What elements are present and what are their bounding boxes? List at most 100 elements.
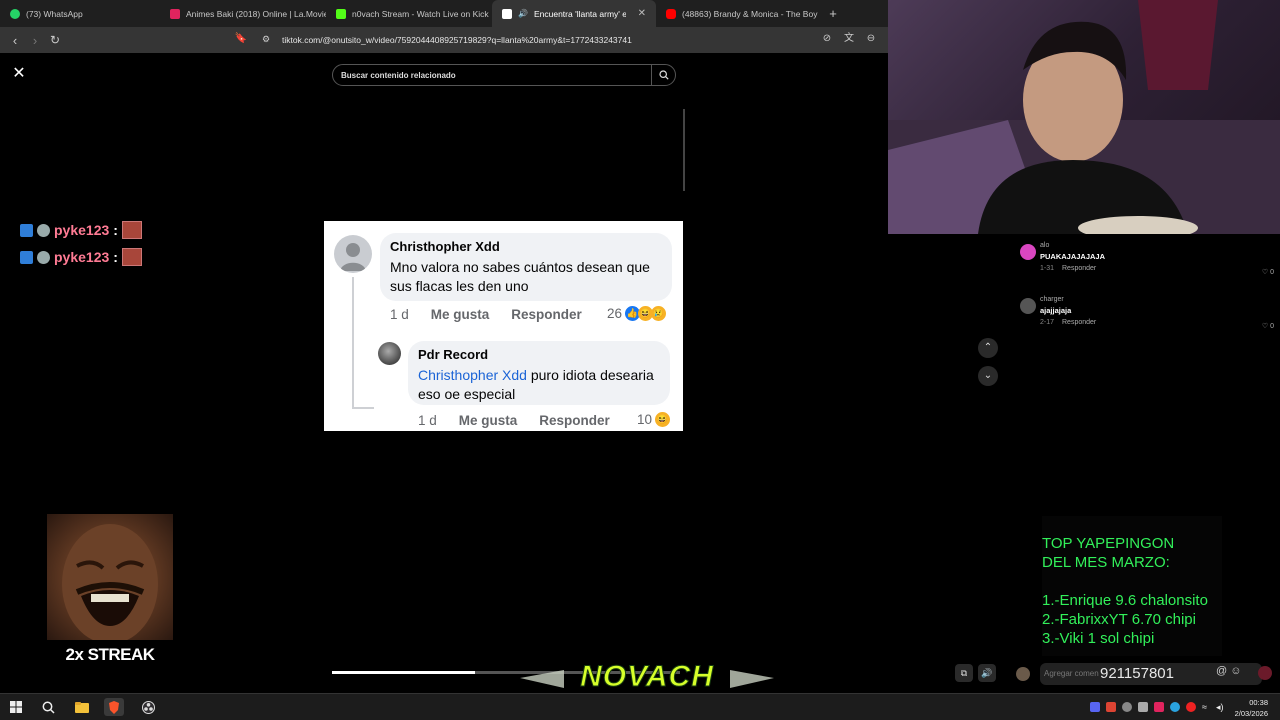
comment-text: ajajjajaja [1040, 306, 1072, 315]
whatsapp-icon [10, 8, 20, 19]
site-settings-icon[interactable]: ⚙ [262, 34, 270, 45]
search-bar[interactable]: Buscar contenido relacionado [332, 64, 676, 86]
app-tray-icon[interactable] [1138, 702, 1148, 712]
chat-username: pyke123 [54, 222, 110, 238]
tab-tiktok[interactable]: 🔊 Encuentra 'llanta army' en Ti ✕ [492, 0, 656, 27]
clock-time: 00:38 [1249, 698, 1268, 707]
phone-overlay: 921157801 [1100, 665, 1174, 682]
facebook-comment-card: Christhopher Xdd Mno valora no sabes cuá… [324, 221, 683, 431]
comment-username[interactable]: alo [1040, 242, 1049, 249]
like-count[interactable]: ♡ 0 [1262, 268, 1274, 276]
tab-kick[interactable]: n0vach Stream - Watch Live on Kick [326, 0, 492, 27]
windows-start-icon[interactable] [6, 698, 26, 716]
reply-button[interactable]: Responder [1062, 319, 1096, 326]
file-explorer-icon[interactable] [72, 698, 92, 716]
chevron-down-icon[interactable]: ⌄ [978, 366, 998, 386]
chat-message: pyke123 : [20, 221, 142, 239]
zoom-icon[interactable]: ⊖ [864, 32, 878, 46]
gift-badge-icon [37, 223, 50, 237]
chat-separator: : [113, 249, 118, 265]
streak-emote [47, 514, 173, 640]
discord-tray-icon[interactable] [1090, 702, 1100, 712]
telegram-tray-icon[interactable] [1170, 702, 1180, 712]
novach-watermark: NOVACH [520, 658, 774, 696]
like-button[interactable]: Me gusta [431, 307, 490, 322]
brave-browser-icon[interactable] [104, 698, 124, 716]
tab-title: n0vach Stream - Watch Live on Kick [352, 8, 489, 19]
like-button[interactable]: Me gusta [459, 413, 518, 428]
mention-emoji-icons[interactable]: @ ☺ [1216, 665, 1241, 677]
sub-badge-icon [20, 223, 33, 237]
search-icon[interactable] [651, 65, 675, 85]
volume-icon[interactable]: 🔊 [978, 664, 996, 682]
avatar [334, 235, 372, 273]
haha-reaction-icon: 😆 [655, 412, 671, 427]
reply-text: Christhopher Xdd puro idiota desearia es… [418, 366, 660, 404]
comment-date: 2-17 [1040, 319, 1055, 326]
lamovie-icon [170, 8, 180, 19]
comment-input-bar: Agregar comen 921157801 @ ☺ [1008, 660, 1280, 688]
tiktok-icon [502, 8, 512, 19]
volume-tray-icon[interactable]: ◂) [1216, 702, 1226, 712]
tab-whatsapp[interactable]: (73) WhatsApp [0, 0, 160, 27]
top-donors-overlay: TOP YAPEPINGON DEL MES MARZO: 1.-Enrique… [1042, 516, 1222, 656]
wifi-tray-icon[interactable]: ≈ [1202, 702, 1212, 712]
reply-time: 1 d [418, 413, 437, 428]
video-scrollbar[interactable] [683, 109, 685, 191]
comment-text: Mno valora no sabes cuántos desean que s… [390, 259, 650, 294]
thread-line [352, 407, 374, 409]
app-tray-icon[interactable] [1154, 702, 1164, 712]
watermark-text: NOVACH [580, 660, 714, 694]
comment-item: charger ajajjajaja 2-17 Responder ♡ 0 [1020, 296, 1274, 330]
reload-icon[interactable]: ↻ [45, 33, 65, 47]
tab-youtube[interactable]: (48863) Brandy & Monica - The Boy [656, 0, 822, 27]
comment-date: 1-31 [1040, 265, 1055, 272]
forward-icon[interactable]: › [25, 33, 45, 48]
app-tray-icon[interactable] [1186, 702, 1196, 712]
webcam-feed [888, 0, 1280, 234]
reactions[interactable]: 10 😆 [637, 412, 671, 427]
reactions[interactable]: 26 👍 😆 😢 [607, 306, 667, 321]
tab-animes[interactable]: Animes Baki (2018) Online | La.Movie [160, 0, 326, 27]
tab-strip: (73) WhatsApp Animes Baki (2018) Online … [0, 0, 888, 27]
avatar[interactable] [1020, 298, 1036, 314]
chevron-up-icon[interactable]: ⌃ [978, 338, 998, 358]
gift-badge-icon [37, 250, 50, 264]
translate-icon[interactable]: 文 [842, 32, 856, 46]
address-bar[interactable]: ⚙ tiktok.com/@onutsito_w/video/759204440… [258, 30, 888, 50]
avatar[interactable] [1020, 244, 1036, 260]
kick-icon [336, 8, 346, 19]
reply-author[interactable]: Pdr Record [418, 347, 660, 362]
steam-tray-icon[interactable] [1122, 702, 1132, 712]
new-tab-button[interactable]: + [822, 6, 844, 21]
url-text[interactable]: tiktok.com/@onutsito_w/video/75920444089… [282, 35, 632, 45]
like-count[interactable]: ♡ 0 [1262, 322, 1274, 330]
mic-tray-icon[interactable] [1106, 702, 1116, 712]
thread-line [352, 277, 354, 409]
shields-icon[interactable]: ⊘ [820, 32, 834, 46]
copy-link-icon[interactable]: ⧉ [955, 664, 973, 682]
tab-title: (73) WhatsApp [26, 8, 83, 19]
chat-username: pyke123 [54, 249, 110, 265]
mention-link[interactable]: Christhopher Xdd [418, 367, 527, 383]
avatar [378, 342, 401, 365]
bookmark-icon[interactable]: 🔖 [234, 32, 248, 46]
comment-author[interactable]: Christhopher Xdd [390, 239, 662, 254]
reply-button[interactable]: Responder [1062, 265, 1096, 272]
search-icon[interactable] [38, 698, 58, 716]
obs-icon[interactable] [138, 698, 158, 716]
comment-text: PUAKAJAJAJAJA [1040, 252, 1106, 261]
search-input[interactable]: Buscar contenido relacionado [341, 71, 651, 80]
sub-badge-icon [20, 250, 33, 264]
send-icon[interactable] [1258, 666, 1272, 680]
close-icon[interactable]: ✕ [10, 65, 28, 83]
reply-button[interactable]: Responder [511, 307, 582, 322]
close-tab-icon[interactable]: ✕ [638, 8, 646, 19]
back-icon[interactable]: ‹ [5, 33, 25, 48]
streak-label: 2x STREAK [65, 645, 155, 664]
reply-button[interactable]: Responder [539, 413, 610, 428]
comment-username[interactable]: charger [1040, 296, 1064, 303]
system-clock[interactable]: 00:38 2/03/2026 [1235, 697, 1268, 719]
reaction-count: 26 [607, 306, 623, 321]
comment-item: alo PUAKAJAJAJAJA 1-31 Responder ♡ 0 [1020, 242, 1274, 276]
